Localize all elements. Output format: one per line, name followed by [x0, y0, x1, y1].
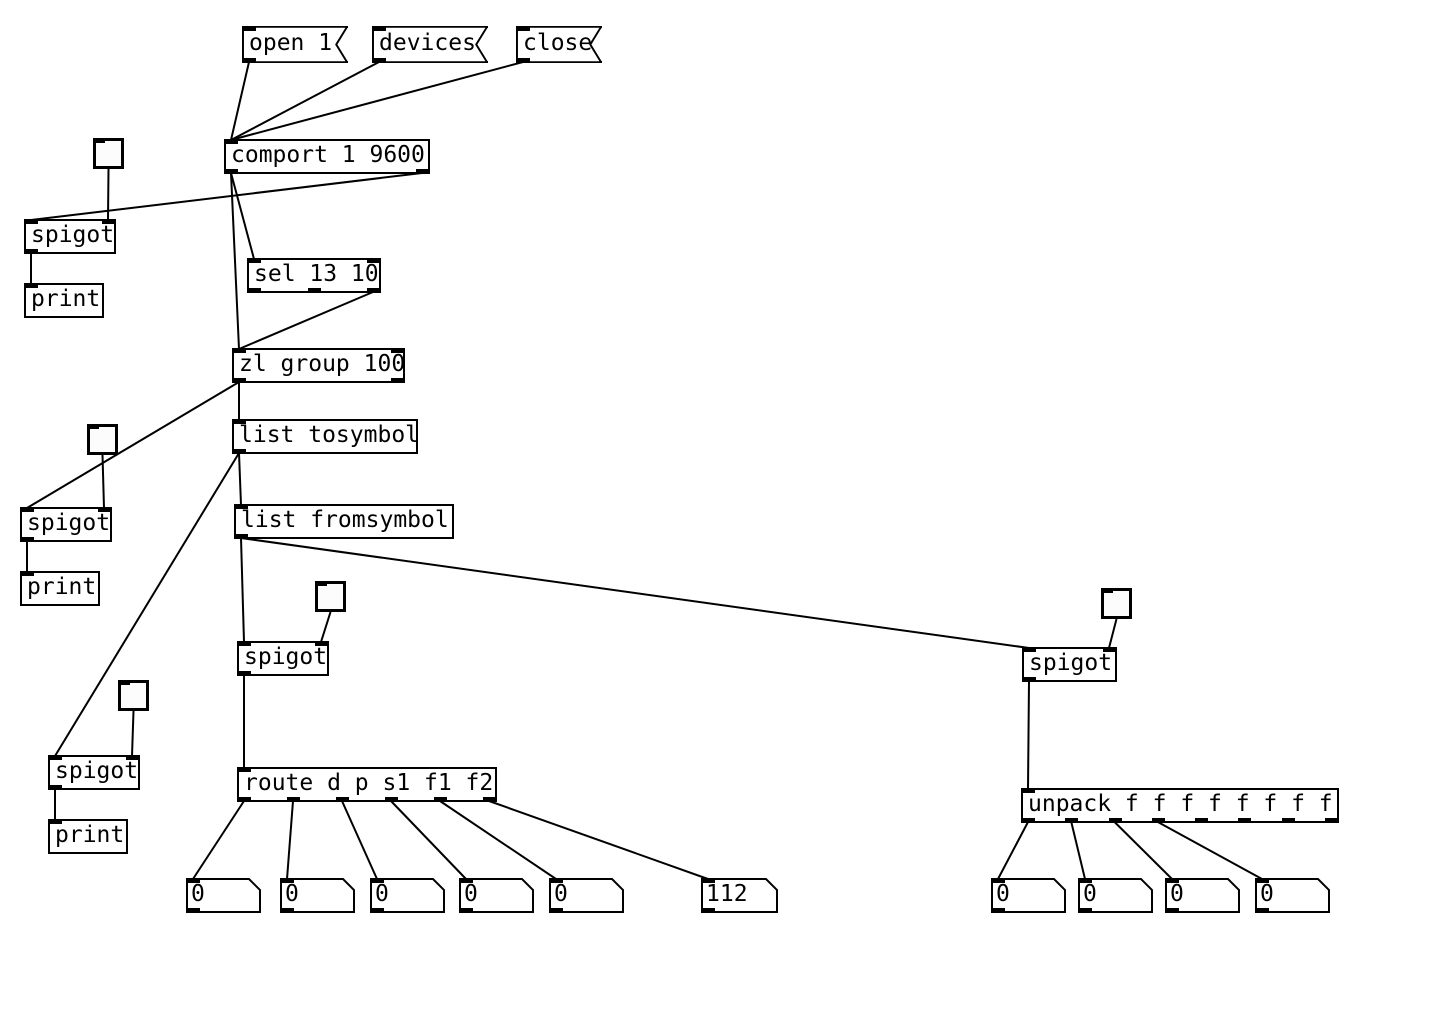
object-print-2[interactable]: print [20, 571, 100, 606]
wire-route-out1-to-num1[interactable] [192, 800, 245, 880]
patch-cords-layer [26, 61, 1263, 880]
message-devices[interactable]: devices [372, 26, 488, 63]
toggle-5[interactable] [1101, 588, 1132, 619]
wire-fromsymbol-to-spigot3[interactable] [240, 537, 245, 643]
wire-toggle5-to-spigot5[interactable] [1108, 618, 1118, 649]
object-print-3[interactable]: print [48, 819, 128, 854]
wire-unpack-out4-to-num4[interactable] [1157, 821, 1263, 880]
object-sel-13-10-label: sel 13 10 [254, 261, 379, 287]
object-sel-13-10[interactable]: sel 13 10 [247, 258, 381, 293]
wire-route-out3-to-num3[interactable] [341, 800, 378, 880]
wire-fromsymbol-to-spigot5[interactable] [240, 537, 1030, 649]
object-spigot-1-label: spigot [31, 222, 115, 248]
number-box-unpack-4[interactable]: 0 [1255, 878, 1330, 913]
wire-spigot5-to-unpack[interactable] [1027, 680, 1030, 790]
object-spigot-4-label: spigot [55, 758, 139, 784]
wire-unpack-out3-to-num3[interactable] [1113, 821, 1173, 880]
toggle-1[interactable] [93, 138, 124, 169]
number-box-route-5[interactable]: 0 [549, 878, 624, 913]
wire-toggle1-to-spigot1[interactable] [107, 168, 110, 221]
wire-route-out2-to-num2[interactable] [286, 800, 294, 880]
object-spigot-1[interactable]: spigot [24, 219, 116, 254]
wire-route-out4-to-num4[interactable] [390, 800, 467, 880]
object-print-3-label: print [55, 822, 125, 848]
object-comport[interactable]: comport 1 9600 [224, 139, 430, 174]
wire-comport-to-spigot1[interactable] [30, 172, 423, 221]
wire-sel-to-zlgroup[interactable] [238, 291, 374, 350]
message-close[interactable]: close [516, 26, 602, 63]
number-box-route-2[interactable]: 0 [280, 878, 355, 913]
wire-unpack-out2-to-num2[interactable] [1070, 821, 1086, 880]
wire-toggle3-to-spigot3[interactable] [320, 611, 332, 643]
object-print-1[interactable]: print [24, 283, 104, 318]
wire-unpack-out1-to-num1[interactable] [997, 821, 1029, 880]
object-spigot-2-label: spigot [27, 510, 111, 536]
toggle-4[interactable] [118, 680, 149, 711]
number-box-unpack-1[interactable]: 0 [991, 878, 1066, 913]
object-spigot-3-label: spigot [244, 644, 328, 670]
wire-comport-to-sel[interactable] [230, 172, 255, 260]
wire-tosymbol-to-fromsymbol[interactable] [238, 452, 242, 506]
object-route-d-p-s1-f1-f2-label: route d p s1 f1 f2 [244, 770, 494, 796]
number-box-route-3[interactable]: 0 [370, 878, 445, 913]
object-print-2-label: print [27, 574, 97, 600]
pd-patch-canvas[interactable]: open 1 devices close comport 1 9600 spigot pr… [0, 0, 1440, 1019]
message-open-1[interactable]: open 1 [242, 26, 348, 63]
object-list-fromsymbol-label: list fromsymbol [241, 507, 449, 533]
object-list-tosymbol[interactable]: list tosymbol [232, 419, 419, 454]
object-comport-label: comport 1 9600 [231, 142, 425, 168]
object-list-tosymbol-label: list tosymbol [239, 422, 420, 448]
wire-open-to-comport[interactable] [230, 61, 250, 141]
object-zl-group-100-label: zl group 100 [239, 351, 406, 377]
wire-zlgroup-to-spigot2[interactable] [26, 381, 240, 509]
wire-devices-to-comport[interactable] [230, 61, 380, 141]
wire-comport-to-zlgroup[interactable] [230, 172, 240, 350]
number-box-route-4[interactable]: 0 [459, 878, 534, 913]
wire-route-out5-to-num5[interactable] [439, 800, 557, 880]
object-route-d-p-s1-f1-f2[interactable]: route d p s1 f1 f2 [237, 767, 497, 802]
wire-route-out6-to-num6[interactable] [488, 800, 709, 880]
object-zl-group-100[interactable]: zl group 100 [232, 348, 405, 383]
object-unpack-f-x8-label: unpack f f f f f f f f [1028, 791, 1333, 817]
toggle-2[interactable] [87, 424, 118, 455]
object-spigot-3[interactable]: spigot [237, 641, 329, 676]
object-spigot-2[interactable]: spigot [20, 507, 112, 542]
wire-toggle4-to-spigot4[interactable] [131, 710, 135, 757]
object-unpack-f-x8[interactable]: unpack f f f f f f f f [1021, 788, 1339, 823]
object-spigot-5[interactable]: spigot [1022, 647, 1117, 682]
object-print-1-label: print [31, 286, 101, 312]
wire-toggle2-to-spigot2[interactable] [101, 454, 105, 509]
object-spigot-4[interactable]: spigot [48, 755, 140, 790]
number-box-route-1[interactable]: 0 [186, 878, 261, 913]
object-spigot-5-label: spigot [1029, 650, 1113, 676]
wire-close-to-comport[interactable] [230, 61, 524, 141]
toggle-3[interactable] [315, 581, 346, 612]
object-list-fromsymbol[interactable]: list fromsymbol [234, 504, 454, 539]
number-box-route-6[interactable]: 112 [701, 878, 778, 913]
number-box-unpack-2[interactable]: 0 [1078, 878, 1153, 913]
number-box-unpack-3[interactable]: 0 [1165, 878, 1240, 913]
